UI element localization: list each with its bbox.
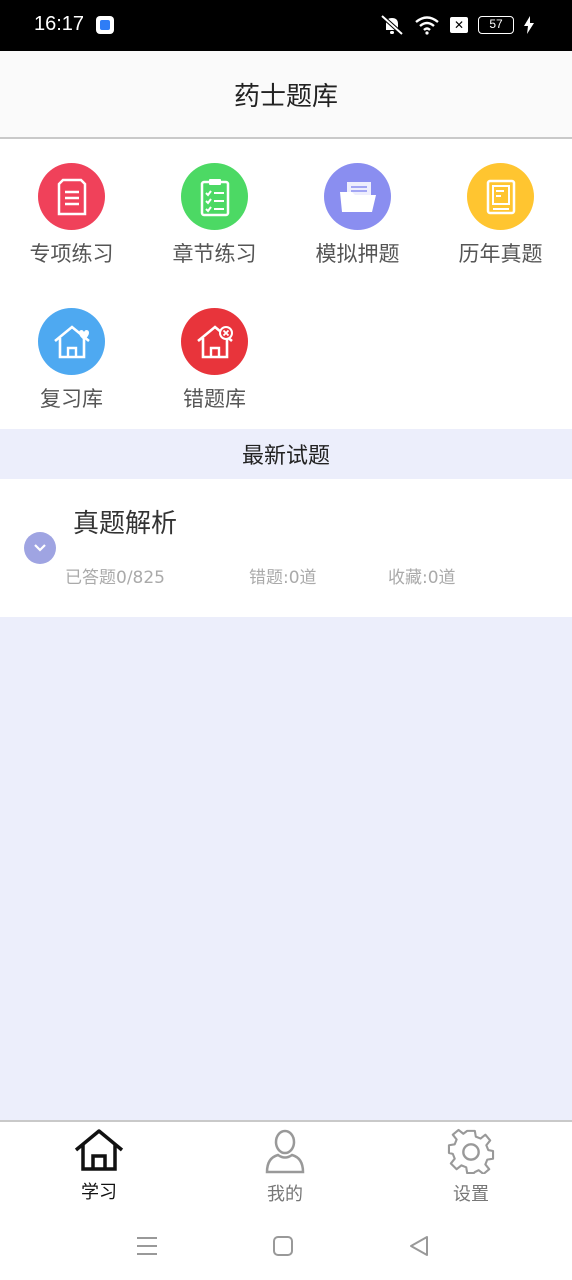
charging-icon [524,16,534,34]
menu-grid: 专项练习 章节练习 模拟押题 历年真题 复习库 错题库 [0,139,572,429]
sim-icon: ✕ [450,17,468,33]
menu-label: 专项练习 [29,242,114,266]
menu-icon[interactable] [136,1236,158,1256]
menu-label: 模拟押题 [315,242,400,266]
section-header: 最新试题 [0,429,572,479]
menu-label: 复习库 [40,387,103,411]
gear-icon [447,1128,495,1176]
mute-icon [380,14,404,36]
clipboard-check-icon [181,163,248,230]
wifi-icon [415,16,439,35]
page-title: 药士题库 [233,81,338,112]
book-icon [467,163,534,230]
tab-label: 我的 [267,1184,303,1205]
app-header: 药士题库 [0,51,572,139]
system-nav-bar [0,1212,572,1280]
menu-label: 章节练习 [172,242,257,266]
status-bar: 16:17 ✕ 57 [0,0,572,51]
tab-label: 学习 [81,1182,117,1203]
card-title: 真题解析 [73,509,178,539]
tab-settings[interactable]: 设置 [421,1128,521,1206]
menu-item-wrong-bank[interactable]: 错题库 [143,308,286,413]
tab-label: 设置 [453,1184,489,1205]
house-heart-icon [38,308,105,375]
tab-mine[interactable]: 我的 [235,1128,335,1206]
section-title: 最新试题 [241,444,330,469]
chevron-down-icon[interactable] [24,532,56,564]
wrong-count: 错题:0道 [249,568,317,588]
answered-count: 已答题0/825 [65,568,165,588]
menu-item-special-practice[interactable]: 专项练习 [0,163,143,268]
menu-item-past-exams[interactable]: 历年真题 [429,163,572,268]
tab-study[interactable]: 学习 [49,1128,149,1204]
back-icon[interactable] [408,1235,430,1257]
battery-icon: 57 [478,16,514,34]
menu-label: 历年真题 [458,242,543,266]
house-x-icon [181,308,248,375]
status-time: 16:17 [34,13,85,35]
menu-item-chapter-practice[interactable]: 章节练习 [143,163,286,268]
favorite-count: 收藏:0道 [388,568,456,588]
menu-label: 错题库 [183,387,246,411]
question-set-card[interactable]: 真题解析 已答题0/825 错题:0道 收藏:0道 [0,479,572,617]
menu-item-mock-exam[interactable]: 模拟押题 [286,163,429,268]
home-square-icon[interactable] [272,1235,294,1257]
app-icon [96,16,114,34]
menu-item-review-bank[interactable]: 复习库 [0,308,143,413]
user-icon [265,1129,305,1174]
folder-icon [324,163,391,230]
document-icon [38,163,105,230]
bottom-tab-bar: 学习 我的 设置 [0,1120,572,1212]
home-icon [74,1129,124,1171]
status-icons: ✕ 57 [380,12,534,38]
